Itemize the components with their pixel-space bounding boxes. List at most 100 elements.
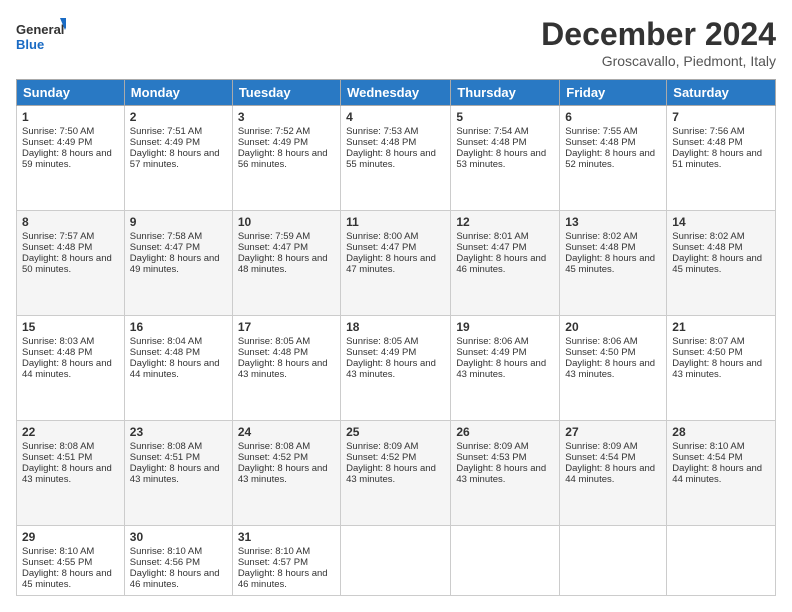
day-number: 24 [238, 425, 335, 439]
day-number: 10 [238, 215, 335, 229]
sunrise-text: Sunrise: 8:07 AM [672, 336, 744, 347]
table-cell: 8 Sunrise: 7:57 AM Sunset: 4:48 PM Dayli… [17, 211, 125, 316]
day-number: 9 [130, 215, 227, 229]
day-number: 4 [346, 110, 445, 124]
sunset-text: Sunset: 4:49 PM [130, 137, 200, 148]
sunset-text: Sunset: 4:47 PM [238, 242, 308, 253]
table-cell: 9 Sunrise: 7:58 AM Sunset: 4:47 PM Dayli… [124, 211, 232, 316]
table-cell: 26 Sunrise: 8:09 AM Sunset: 4:53 PM Dayl… [451, 421, 560, 526]
sunset-text: Sunset: 4:48 PM [456, 137, 526, 148]
day-number: 12 [456, 215, 554, 229]
table-cell: 15 Sunrise: 8:03 AM Sunset: 4:48 PM Dayl… [17, 316, 125, 421]
table-cell: 7 Sunrise: 7:56 AM Sunset: 4:48 PM Dayli… [667, 106, 776, 211]
daylight-text: Daylight: 8 hours and 49 minutes. [130, 253, 220, 275]
table-cell: 13 Sunrise: 8:02 AM Sunset: 4:48 PM Dayl… [560, 211, 667, 316]
table-cell: 16 Sunrise: 8:04 AM Sunset: 4:48 PM Dayl… [124, 316, 232, 421]
header-row: Sunday Monday Tuesday Wednesday Thursday… [17, 80, 776, 106]
month-title: December 2024 [541, 16, 776, 53]
sunset-text: Sunset: 4:54 PM [565, 452, 635, 463]
table-cell: 5 Sunrise: 7:54 AM Sunset: 4:48 PM Dayli… [451, 106, 560, 211]
sunrise-text: Sunrise: 8:01 AM [456, 231, 528, 242]
day-number: 27 [565, 425, 661, 439]
table-cell: 28 Sunrise: 8:10 AM Sunset: 4:54 PM Dayl… [667, 421, 776, 526]
day-number: 18 [346, 320, 445, 334]
sunset-text: Sunset: 4:51 PM [22, 452, 92, 463]
sunrise-text: Sunrise: 8:08 AM [22, 441, 94, 452]
sunrise-text: Sunrise: 7:58 AM [130, 231, 202, 242]
table-cell: 3 Sunrise: 7:52 AM Sunset: 4:49 PM Dayli… [232, 106, 340, 211]
daylight-text: Daylight: 8 hours and 43 minutes. [672, 358, 762, 380]
sunrise-text: Sunrise: 8:02 AM [565, 231, 637, 242]
daylight-text: Daylight: 8 hours and 59 minutes. [22, 148, 112, 170]
day-number: 11 [346, 215, 445, 229]
sunset-text: Sunset: 4:53 PM [456, 452, 526, 463]
logo: General Blue [16, 16, 66, 61]
table-cell: 4 Sunrise: 7:53 AM Sunset: 4:48 PM Dayli… [341, 106, 451, 211]
daylight-text: Daylight: 8 hours and 45 minutes. [22, 568, 112, 590]
day-number: 29 [22, 530, 119, 544]
table-cell: 17 Sunrise: 8:05 AM Sunset: 4:48 PM Dayl… [232, 316, 340, 421]
table-cell: 6 Sunrise: 7:55 AM Sunset: 4:48 PM Dayli… [560, 106, 667, 211]
sunset-text: Sunset: 4:48 PM [238, 347, 308, 358]
title-block: December 2024 Groscavallo, Piedmont, Ita… [541, 16, 776, 69]
sunrise-text: Sunrise: 8:08 AM [130, 441, 202, 452]
sunset-text: Sunset: 4:48 PM [672, 242, 742, 253]
sunset-text: Sunset: 4:48 PM [130, 347, 200, 358]
table-cell: 1 Sunrise: 7:50 AM Sunset: 4:49 PM Dayli… [17, 106, 125, 211]
daylight-text: Daylight: 8 hours and 43 minutes. [130, 463, 220, 485]
sunset-text: Sunset: 4:49 PM [238, 137, 308, 148]
daylight-text: Daylight: 8 hours and 52 minutes. [565, 148, 655, 170]
daylight-text: Daylight: 8 hours and 43 minutes. [346, 358, 436, 380]
sunset-text: Sunset: 4:48 PM [346, 137, 416, 148]
sunrise-text: Sunrise: 8:09 AM [565, 441, 637, 452]
daylight-text: Daylight: 8 hours and 43 minutes. [565, 358, 655, 380]
sunrise-text: Sunrise: 8:09 AM [346, 441, 418, 452]
header: General Blue December 2024 Groscavallo, … [16, 16, 776, 69]
daylight-text: Daylight: 8 hours and 46 minutes. [238, 568, 328, 590]
daylight-text: Daylight: 8 hours and 51 minutes. [672, 148, 762, 170]
daylight-text: Daylight: 8 hours and 46 minutes. [456, 253, 546, 275]
table-cell: 30 Sunrise: 8:10 AM Sunset: 4:56 PM Dayl… [124, 526, 232, 596]
sunset-text: Sunset: 4:48 PM [565, 137, 635, 148]
table-cell: 12 Sunrise: 8:01 AM Sunset: 4:47 PM Dayl… [451, 211, 560, 316]
daylight-text: Daylight: 8 hours and 43 minutes. [456, 358, 546, 380]
day-number: 30 [130, 530, 227, 544]
sunrise-text: Sunrise: 8:03 AM [22, 336, 94, 347]
table-cell: 27 Sunrise: 8:09 AM Sunset: 4:54 PM Dayl… [560, 421, 667, 526]
sunset-text: Sunset: 4:50 PM [672, 347, 742, 358]
location: Groscavallo, Piedmont, Italy [541, 53, 776, 69]
daylight-text: Daylight: 8 hours and 56 minutes. [238, 148, 328, 170]
table-cell: 18 Sunrise: 8:05 AM Sunset: 4:49 PM Dayl… [341, 316, 451, 421]
day-number: 31 [238, 530, 335, 544]
col-sunday: Sunday [17, 80, 125, 106]
daylight-text: Daylight: 8 hours and 55 minutes. [346, 148, 436, 170]
sunrise-text: Sunrise: 7:55 AM [565, 126, 637, 137]
daylight-text: Daylight: 8 hours and 43 minutes. [238, 463, 328, 485]
sunrise-text: Sunrise: 8:10 AM [22, 546, 94, 557]
sunset-text: Sunset: 4:55 PM [22, 557, 92, 568]
daylight-text: Daylight: 8 hours and 44 minutes. [565, 463, 655, 485]
day-number: 22 [22, 425, 119, 439]
daylight-text: Daylight: 8 hours and 57 minutes. [130, 148, 220, 170]
sunrise-text: Sunrise: 7:54 AM [456, 126, 528, 137]
sunset-text: Sunset: 4:47 PM [130, 242, 200, 253]
daylight-text: Daylight: 8 hours and 44 minutes. [22, 358, 112, 380]
sunset-text: Sunset: 4:54 PM [672, 452, 742, 463]
sunset-text: Sunset: 4:47 PM [346, 242, 416, 253]
svg-text:Blue: Blue [16, 37, 44, 52]
sunrise-text: Sunrise: 8:06 AM [565, 336, 637, 347]
daylight-text: Daylight: 8 hours and 45 minutes. [565, 253, 655, 275]
calendar-table: Sunday Monday Tuesday Wednesday Thursday… [16, 79, 776, 596]
col-wednesday: Wednesday [341, 80, 451, 106]
day-number: 16 [130, 320, 227, 334]
sunrise-text: Sunrise: 7:51 AM [130, 126, 202, 137]
daylight-text: Daylight: 8 hours and 43 minutes. [238, 358, 328, 380]
sunset-text: Sunset: 4:57 PM [238, 557, 308, 568]
sunset-text: Sunset: 4:48 PM [565, 242, 635, 253]
sunrise-text: Sunrise: 8:04 AM [130, 336, 202, 347]
daylight-text: Daylight: 8 hours and 47 minutes. [346, 253, 436, 275]
col-friday: Friday [560, 80, 667, 106]
sunrise-text: Sunrise: 7:52 AM [238, 126, 310, 137]
col-saturday: Saturday [667, 80, 776, 106]
day-number: 25 [346, 425, 445, 439]
